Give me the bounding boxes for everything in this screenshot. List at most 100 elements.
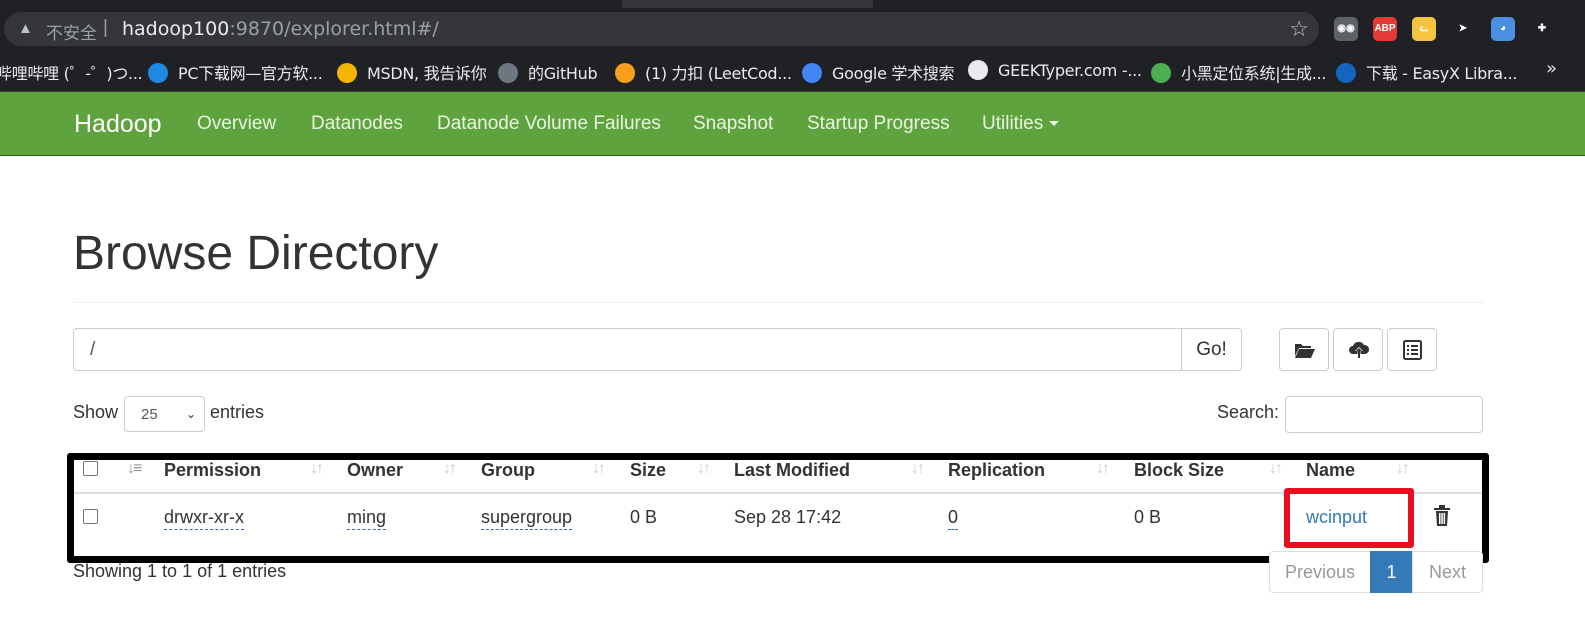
cell-size: 0 B — [630, 507, 658, 527]
eyes-icon[interactable]: ◉◉ — [1334, 17, 1358, 41]
sort-icon[interactable]: ↓↑ — [911, 460, 925, 478]
sort-icon[interactable]: ↓↑ — [1396, 460, 1410, 478]
upload-button[interactable] — [1333, 328, 1383, 371]
sort-icon[interactable]: ↓↑ — [1096, 460, 1110, 478]
row-checkbox[interactable] — [83, 509, 98, 524]
list-view-button[interactable] — [1387, 328, 1437, 371]
go-button[interactable]: Go! — [1181, 328, 1242, 371]
nav-datanode-volume-failures[interactable]: Datanode Volume Failures — [437, 113, 661, 135]
pagination-page-1[interactable]: 1 — [1370, 551, 1413, 593]
header-size[interactable]: Size — [630, 460, 666, 481]
sort-icon[interactable]: ↓↑ — [592, 460, 606, 478]
cell-owner[interactable]: ming — [347, 507, 387, 530]
search-input[interactable] — [1285, 396, 1483, 433]
page-size-select[interactable]: 25 ⌄ — [124, 396, 205, 432]
cell-block-size: 0 B — [1134, 507, 1162, 527]
warning-icon: ▲ — [18, 20, 33, 37]
search-label: Search: — [1217, 402, 1280, 422]
cursor-icon[interactable]: ➤ — [1451, 17, 1475, 41]
list-alt-icon — [1403, 340, 1422, 360]
sort-icon[interactable]: ↓↑ — [310, 460, 324, 478]
tab-strip — [0, 0, 1585, 8]
caret-down-icon — [1049, 121, 1060, 127]
show-label: Show — [73, 402, 119, 422]
brand-logo[interactable]: Hadoop — [74, 110, 162, 139]
sort-icon[interactable]: ↓↑ — [697, 460, 711, 478]
nav-startup-progress[interactable]: Startup Progress — [807, 113, 950, 135]
bookmark-item[interactable]: MSDN, 我告诉你 — [337, 60, 487, 84]
cell-last-modified: Sep 28 17:42 — [734, 507, 842, 527]
trash-icon[interactable] — [1433, 505, 1451, 526]
cat-icon[interactable]: ᓚ — [1412, 17, 1436, 41]
header-name[interactable]: Name — [1306, 460, 1355, 481]
bookmark-favicon-icon — [1151, 63, 1171, 83]
bookmark-label: GEEKTyper.com -... — [998, 61, 1142, 80]
bookmark-favicon-icon — [968, 60, 988, 80]
bookmarks-overflow-icon[interactable]: » — [1546, 58, 1557, 79]
nav-datanodes[interactable]: Datanodes — [311, 113, 403, 135]
title-divider — [73, 302, 1483, 303]
header-block-size[interactable]: Block Size — [1134, 460, 1224, 481]
bookmarks-bar: 哔哩哔哩 (゜-゜)つ... PC下载网—官方软... MSDN, 我告诉你 的Git… — [0, 48, 1585, 92]
header-last-modified[interactable]: Last Modified — [734, 460, 850, 481]
entries-label: entries — [210, 402, 265, 422]
nav-overview[interactable]: Overview — [197, 113, 276, 135]
separator: | — [103, 17, 108, 38]
bookmark-favicon-icon — [1336, 63, 1356, 83]
bookmark-favicon-icon — [802, 63, 822, 83]
bookmark-label: 哔哩哔哩 (゜-゜)つ... — [0, 64, 143, 83]
bookmark-label: 下载 - EasyX Libra... — [1366, 64, 1518, 83]
bookmark-item[interactable]: 哔哩哔哩 (゜-゜)つ... — [0, 60, 143, 84]
pagination-previous[interactable]: Previous — [1269, 551, 1371, 593]
directory-input[interactable]: / — [73, 328, 1182, 371]
page-size-value: 25 — [141, 406, 158, 423]
cell-replication[interactable]: 0 — [948, 507, 959, 530]
page-title: Browse Directory — [73, 227, 439, 280]
active-tab[interactable] — [0, 0, 622, 8]
name-highlight-box — [1284, 488, 1414, 548]
url-text[interactable]: hadoop100:9870/explorer.html#/ — [122, 18, 439, 40]
puzzle-icon[interactable]: ✚ — [1530, 17, 1554, 41]
header-permission[interactable]: Permission — [164, 460, 261, 481]
bird-icon[interactable]: ◕ — [1491, 17, 1515, 41]
security-label: 不安全 — [46, 24, 97, 44]
select-all-checkbox[interactable] — [83, 461, 98, 476]
abp-icon[interactable]: ABP — [1373, 17, 1397, 41]
tab[interactable] — [873, 0, 1585, 8]
bookmark-favicon-icon — [615, 63, 635, 83]
sort-icon[interactable]: ↓↑ — [443, 460, 457, 478]
bookmark-item[interactable]: PC下载网—官方软... — [148, 60, 323, 84]
table-header-divider — [74, 492, 1482, 494]
cloud-upload-icon — [1349, 341, 1370, 358]
table-info: Showing 1 to 1 of 1 entries — [73, 561, 287, 581]
bookmark-label: Google 学术搜索 — [832, 64, 955, 83]
address-bar[interactable]: ▲ 不安全 | hadoop100:9870/explorer.html#/ ☆ — [4, 12, 1319, 46]
sort-desc-icon[interactable]: ↓≡ — [127, 460, 142, 478]
bookmark-star-icon[interactable]: ☆ — [1289, 16, 1309, 42]
bookmark-item[interactable]: Google 学术搜索 — [802, 60, 955, 84]
header-group[interactable]: Group — [481, 460, 535, 481]
cell-group[interactable]: supergroup — [481, 507, 573, 530]
chevron-down-icon: ⌄ — [185, 407, 196, 421]
cell-permission[interactable]: drwxr-xr-x — [164, 507, 244, 530]
sort-icon[interactable]: ↓↑ — [1269, 460, 1283, 478]
bookmark-item[interactable]: (1) 力扣 (LeetCod... — [615, 60, 792, 84]
browser-toolbar: ▲ 不安全 | hadoop100:9870/explorer.html#/ ☆… — [0, 0, 1585, 48]
bookmark-item[interactable]: 下载 - EasyX Libra... — [1336, 60, 1517, 84]
header-replication[interactable]: Replication — [948, 460, 1045, 481]
bookmark-favicon-icon — [498, 63, 518, 83]
bookmark-label: (1) 力扣 (LeetCod... — [645, 64, 792, 83]
nav-snapshot[interactable]: Snapshot — [693, 113, 773, 135]
bookmark-label: 小黑定位系统|生成... — [1181, 64, 1327, 83]
header-owner[interactable]: Owner — [347, 460, 403, 481]
bookmark-label: 的GitHub — [528, 64, 598, 83]
create-directory-button[interactable] — [1279, 328, 1329, 371]
bookmark-item[interactable]: 小黑定位系统|生成... — [1151, 60, 1326, 84]
bookmark-item[interactable]: GEEKTyper.com -... — [968, 60, 1142, 80]
nav-utilities-dropdown[interactable]: Utilities — [982, 113, 1060, 135]
bookmark-favicon-icon — [337, 63, 357, 83]
bookmark-item[interactable]: 的GitHub — [498, 60, 598, 84]
hadoop-navbar: Hadoop Overview Datanodes Datanode Volum… — [0, 92, 1585, 156]
bookmark-favicon-icon — [148, 63, 168, 83]
pagination-next[interactable]: Next — [1412, 551, 1483, 593]
